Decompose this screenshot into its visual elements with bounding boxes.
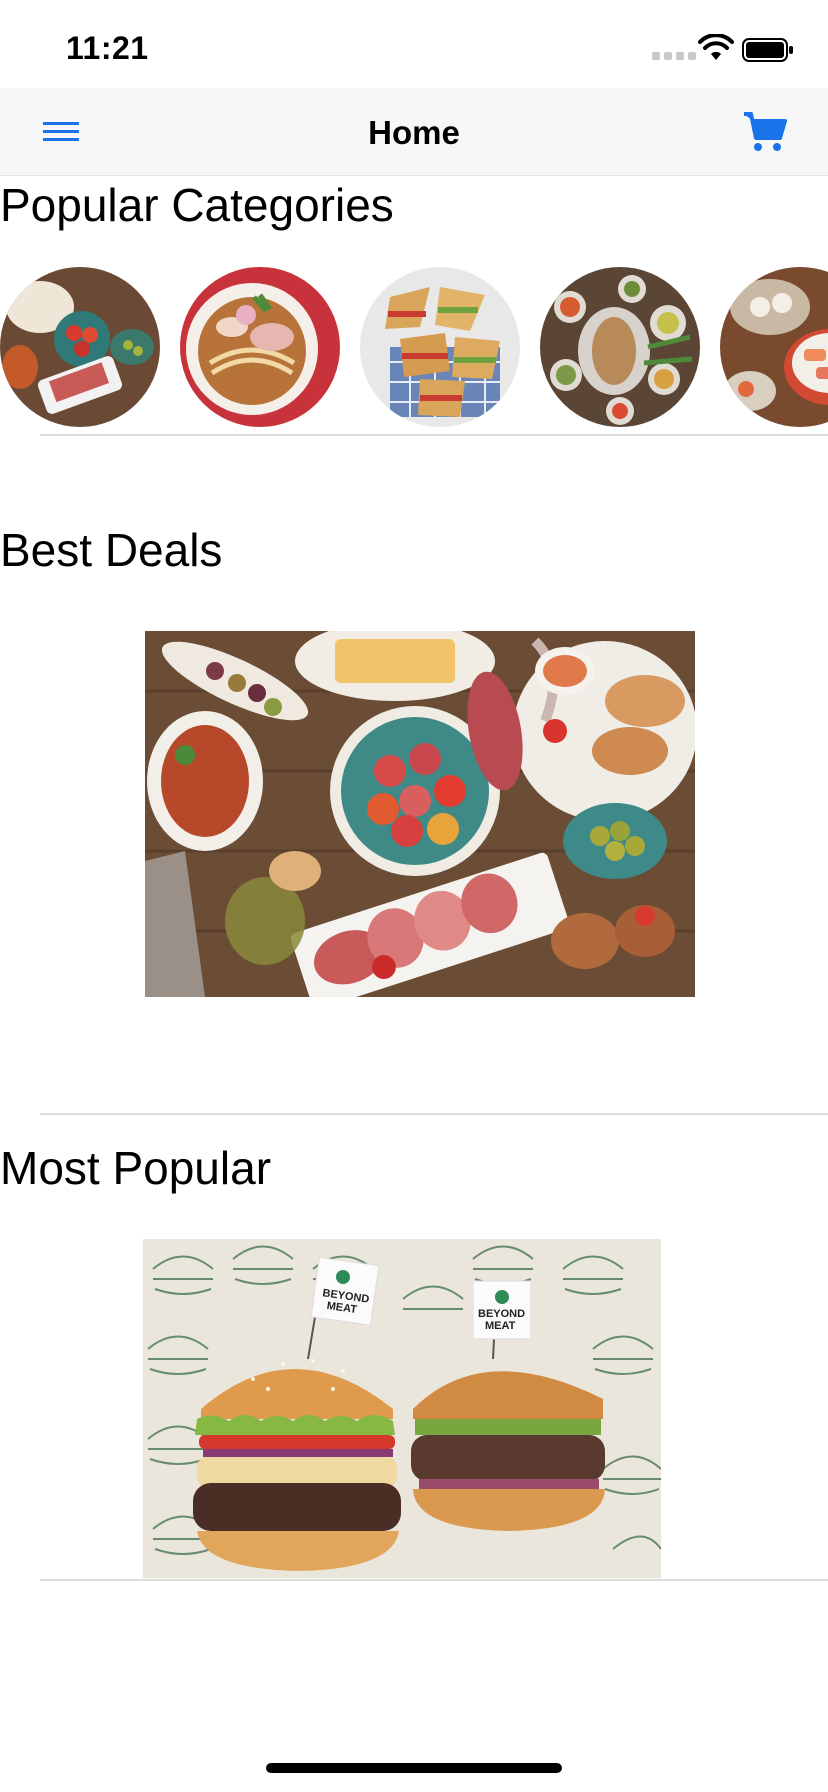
section-divider [40, 434, 828, 436]
page-title: Home [368, 114, 460, 151]
status-time: 11:21 [66, 30, 149, 66]
popular-categories-heading: Popular Categories [0, 179, 394, 231]
burgers-image[interactable]: BEYOND MEAT BEYOND MEAT [143, 1239, 661, 1578]
status-bar: 11:21 [0, 0, 828, 88]
wifi-icon [698, 34, 734, 60]
battery-icon [742, 38, 793, 62]
section-divider [40, 1579, 828, 1581]
navigation-bar: Home [0, 88, 828, 176]
section-divider [40, 1113, 828, 1115]
best-deals-heading: Best Deals [0, 524, 223, 576]
categories-carousel[interactable] [0, 267, 828, 431]
beyond-meat-logo-2: BEYOND [478, 1308, 525, 1320]
category-sandwiches[interactable] [360, 267, 520, 427]
cellular-signal-icon [652, 52, 696, 60]
category-tapas-platter[interactable] [0, 267, 160, 427]
category-noodle-soup[interactable] [180, 267, 340, 427]
category-mezze-spread[interactable] [540, 267, 700, 427]
tapas-spread-image[interactable] [145, 631, 695, 997]
shopping-cart-icon[interactable] [742, 110, 788, 154]
most-popular-heading: Most Popular [0, 1142, 272, 1194]
svg-text:MEAT: MEAT [485, 1320, 516, 1332]
category-sushi[interactable] [720, 267, 828, 427]
home-indicator[interactable] [266, 1763, 562, 1773]
